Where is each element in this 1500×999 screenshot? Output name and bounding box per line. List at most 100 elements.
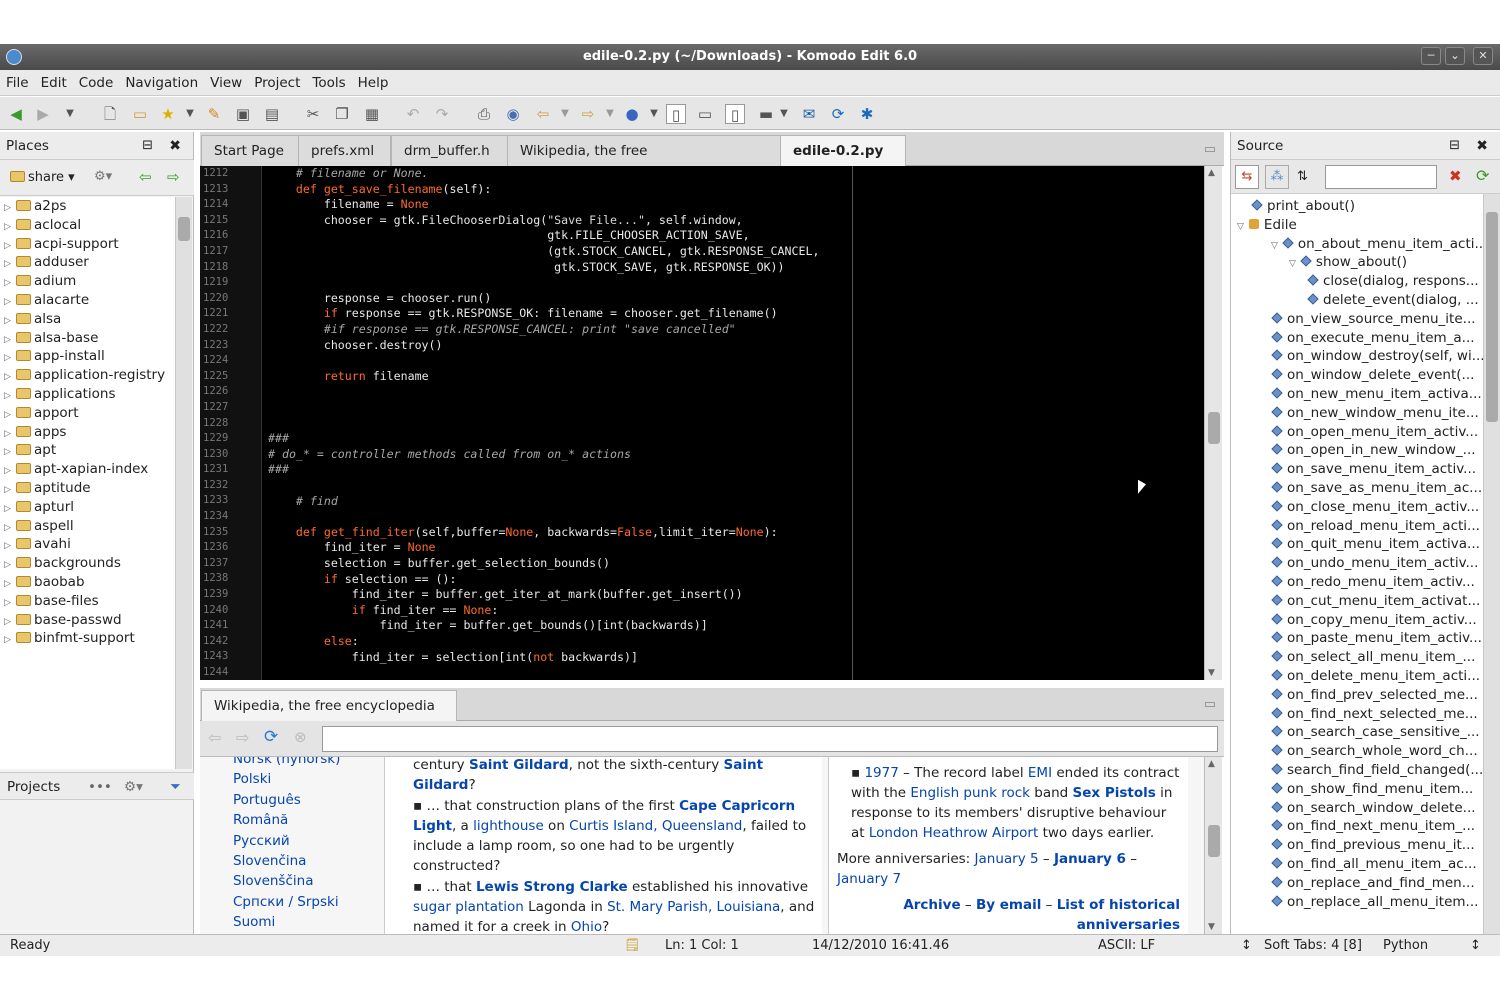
tab-drm-buffer[interactable]: drm_buffer.h	[391, 135, 508, 166]
paste-icon[interactable]: ▦	[362, 104, 382, 124]
language-link[interactable]: Русский	[200, 831, 368, 851]
open-folder-icon[interactable]: ▭	[130, 104, 150, 124]
save-icon[interactable]: ▣	[233, 104, 253, 124]
menu-tools[interactable]: Tools	[306, 70, 351, 96]
mail-icon[interactable]: ✉	[799, 104, 819, 124]
collapse-triangle-icon[interactable]: ▽	[1271, 241, 1278, 251]
source-function-item[interactable]: on_new_window_menu_ite...	[1271, 404, 1479, 423]
source-function-item[interactable]: on_replace_and_find_men...	[1271, 874, 1475, 893]
browser-url-input[interactable]	[322, 726, 1218, 752]
tab-wikipedia-html[interactable]: Wikipedia, the free encyclopedia.html	[507, 135, 781, 189]
favorites-star-icon[interactable]: ★	[158, 104, 178, 124]
source-function-item[interactable]: on_find_prev_selected_me...	[1271, 686, 1478, 705]
status-notes-icon[interactable]: 🗒	[624, 935, 641, 957]
status-tabs[interactable]: Soft Tabs: 4 [8]	[1264, 935, 1362, 957]
collapse-triangle-icon[interactable]: ▽	[1237, 222, 1244, 232]
source-function-item[interactable]: on_undo_menu_item_activ...	[1271, 554, 1478, 573]
places-folder-item[interactable]: ▷ adduser	[0, 253, 175, 272]
layout-dropdown-icon[interactable]: ▼	[774, 104, 794, 124]
menu-view[interactable]: View	[204, 70, 248, 96]
save-all-icon[interactable]: ▤	[262, 104, 282, 124]
link-january-5[interactable]: January 5	[975, 851, 1039, 867]
menu-navigation[interactable]: Navigation	[119, 70, 204, 96]
code-editor[interactable]: 1212 1213 1214 1215 1216 1217 1218 1219 1220 1221…	[200, 166, 1204, 680]
projects-gear-icon[interactable]: ⚙▾	[124, 773, 143, 801]
jump-back-dropdown-icon[interactable]: ▼	[555, 104, 575, 124]
source-function-item[interactable]: close(dialog, respons...	[1307, 272, 1479, 291]
places-folder-item[interactable]: ▷ alsa	[0, 310, 175, 329]
places-folder-item[interactable]: ▷ baobab	[0, 573, 175, 592]
source-function-item[interactable]: ▽ on_about_menu_item_acti...	[1271, 235, 1483, 254]
folder-selector[interactable]: share ▾	[10, 170, 75, 185]
wiki-scrollbar[interactable]: ▲ ▼	[1204, 757, 1222, 934]
source-function-item[interactable]: on_redo_menu_item_activ...	[1271, 573, 1475, 592]
places-folder-item[interactable]: ▷ a2ps	[0, 197, 175, 216]
places-folder-item[interactable]: ▷ adium	[0, 272, 175, 291]
expand-triangle-icon[interactable]: ▷	[4, 199, 16, 218]
expand-triangle-icon[interactable]: ▷	[4, 481, 16, 500]
source-function-item[interactable]: on_find_next_menu_item_...	[1271, 817, 1475, 836]
source-function-item[interactable]: on_window_delete_event(...	[1271, 366, 1474, 385]
source-filter-input[interactable]	[1325, 165, 1437, 189]
places-folder-item[interactable]: ▷ aptitude	[0, 479, 175, 498]
places-folder-item[interactable]: ▷ app-install	[0, 347, 175, 366]
browser-dropdown-icon[interactable]: ▼	[644, 104, 664, 124]
source-function-item[interactable]: on_paste_menu_item_activ...	[1271, 629, 1482, 648]
places-folder-item[interactable]: ▷ acpi-support	[0, 235, 175, 254]
browser-reload-icon[interactable]: ⟳	[264, 727, 278, 747]
status-language[interactable]: Python	[1383, 935, 1428, 957]
sort-file-order-icon[interactable]: ⇆	[1235, 165, 1259, 189]
collapse-triangle-icon[interactable]: ▽	[1289, 259, 1296, 269]
sort-alpha-icon[interactable]: ⇅	[1297, 169, 1308, 184]
status-tabs-spinner-icon[interactable]: ↕	[1241, 935, 1252, 957]
expand-triangle-icon[interactable]: ▷	[4, 293, 16, 312]
source-function-item[interactable]: on_quit_menu_item_activa...	[1271, 535, 1480, 554]
source-function-item[interactable]: ▽ show_about()	[1289, 253, 1407, 272]
places-folder-item[interactable]: ▷ apps	[0, 423, 175, 442]
places-folder-item[interactable]: ▷ base-passwd	[0, 611, 175, 630]
favorites-dropdown-icon[interactable]: ▼	[180, 104, 200, 124]
close-source-icon[interactable]: ✖	[1476, 132, 1488, 160]
expand-triangle-icon[interactable]: ▷	[4, 594, 16, 613]
language-link[interactable]: Română	[200, 810, 368, 830]
refresh-globe-icon[interactable]: ⟳	[828, 104, 848, 124]
close-window-icon[interactable]: ✕	[1473, 47, 1493, 65]
source-function-item[interactable]: on_delete_menu_item_acti...	[1271, 667, 1480, 686]
places-folder-item[interactable]: ▷ alsa-base	[0, 329, 175, 348]
link-by-email[interactable]: By email	[976, 897, 1041, 913]
source-class-item[interactable]: ▽ Edile	[1237, 216, 1297, 235]
status-encoding[interactable]: ASCII: LF	[1098, 935, 1155, 957]
language-link[interactable]: Suomi	[200, 912, 368, 932]
status-language-spinner-icon[interactable]: ↕	[1470, 935, 1481, 957]
expand-triangle-icon[interactable]: ▷	[4, 312, 16, 331]
cut-icon[interactable]: ✂	[303, 104, 323, 124]
scroll-down-icon[interactable]: ▼	[1208, 668, 1215, 678]
pane-options-icon[interactable]: ⊟	[142, 132, 153, 160]
back-arrow-icon[interactable]: ◀	[6, 104, 26, 124]
menu-file[interactable]: File	[0, 70, 35, 96]
tab-wikipedia-preview[interactable]: Wikipedia, the free encyclopedia ✖	[201, 690, 457, 744]
maximize-icon[interactable]: ⌄	[1445, 47, 1465, 65]
source-function-item[interactable]: on_find_previous_menu_it...	[1271, 836, 1475, 855]
tab-start-page[interactable]: Start Page	[201, 135, 299, 166]
editor-scrollbar[interactable]: ▲ ▼	[1204, 166, 1222, 680]
forward-arrow-icon[interactable]: ▶	[33, 104, 53, 124]
jump-back-icon[interactable]: ⇦	[533, 104, 553, 124]
scroll-up-icon[interactable]: ▲	[1208, 168, 1215, 178]
minimize-icon[interactable]: ─	[1421, 47, 1441, 65]
places-folder-item[interactable]: ▷ aspell	[0, 517, 175, 536]
source-function-item[interactable]: on_replace_all_menu_item...	[1271, 893, 1478, 912]
source-function-item[interactable]: on_close_menu_item_activ...	[1271, 498, 1479, 517]
jump-forward-icon[interactable]: ⇨	[578, 104, 598, 124]
source-function-item[interactable]: on_execute_menu_item_a...	[1271, 329, 1475, 348]
group-icon[interactable]: ⁂	[1265, 165, 1289, 189]
source-function-item[interactable]: on_copy_menu_item_activ...	[1271, 611, 1477, 630]
source-function-item[interactable]: on_open_menu_item_activ...	[1271, 423, 1478, 442]
places-folder-item[interactable]: ▷ apturl	[0, 498, 175, 517]
clear-filter-icon[interactable]: ✖	[1449, 167, 1462, 185]
menu-code[interactable]: Code	[73, 70, 120, 96]
source-function-item[interactable]: on_new_menu_item_activa...	[1271, 385, 1482, 404]
redo-icon[interactable]: ↷	[432, 104, 452, 124]
jump-forward-dropdown-icon[interactable]: ▼	[600, 104, 620, 124]
link-historical-anniversaries[interactable]: List of historical anniversaries	[1057, 897, 1180, 933]
